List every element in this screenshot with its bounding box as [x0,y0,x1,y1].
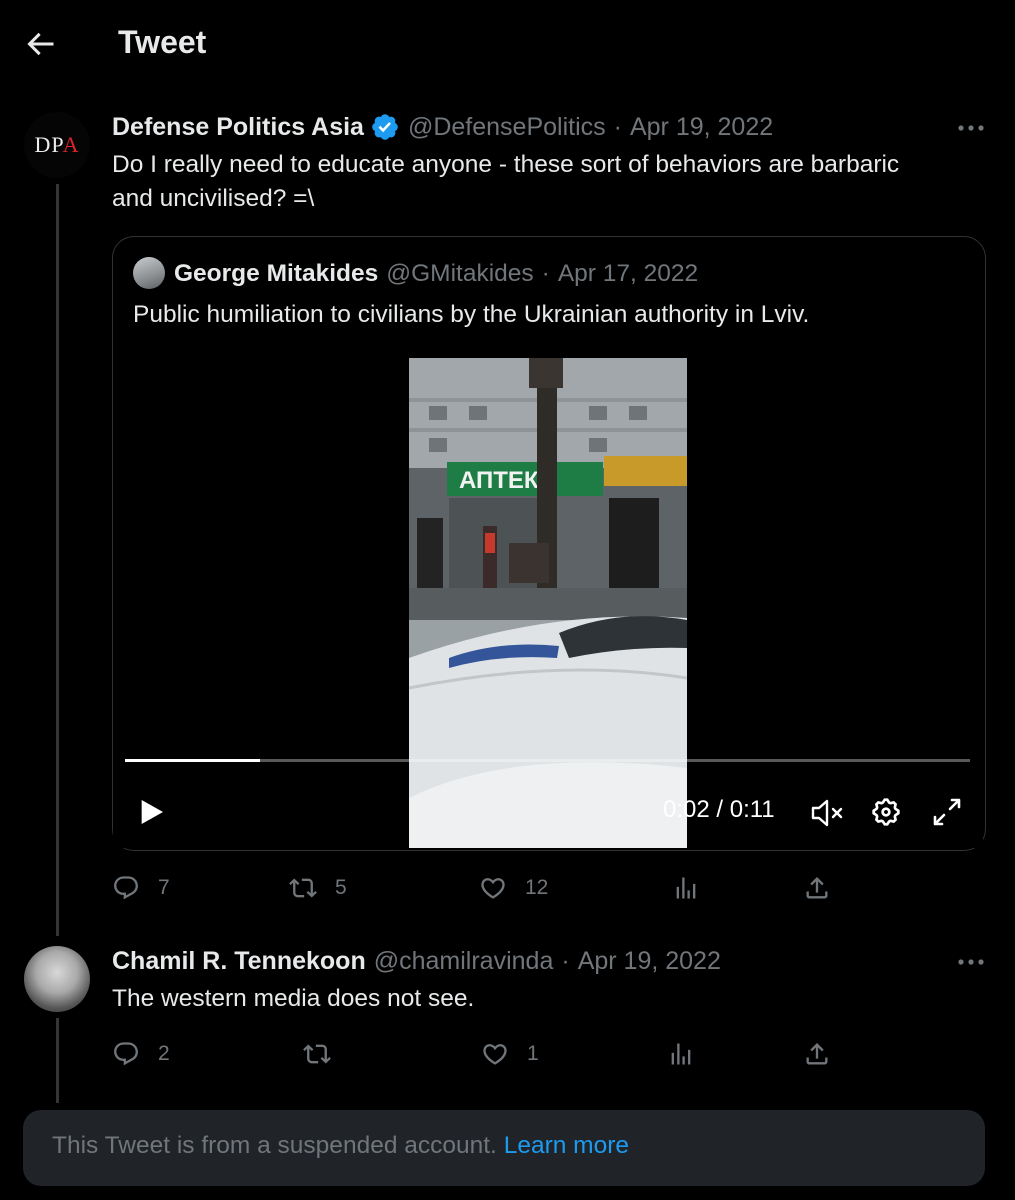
share-button[interactable] [803,1040,849,1068]
quote-tweet-text: Public humiliation to civilians by the U… [133,301,810,328]
verified-badge-icon [372,114,398,140]
heart-icon [481,878,505,899]
video-progress-fill [125,759,261,762]
quote-author-handle[interactable]: @GMitakides [386,260,533,288]
video-time: 0:02 / 0:11 [663,796,775,823]
video-progress-bar[interactable] [125,759,970,762]
views-chart-icon [671,1043,691,1065]
main-tweet-text-line1: Do I really need to educate anyone - the… [112,151,900,178]
muted-speaker-icon[interactable] [810,798,844,828]
views-button[interactable] [667,1040,713,1068]
tweet-date[interactable]: Apr 19, 2022 [630,113,773,142]
like-count: 1 [527,1042,539,1065]
quote-tweet-header: George Mitakides @GMitakides · Apr 17, 2… [174,258,698,290]
main-tweet-text: Do I really need to educate anyone - the… [112,148,972,216]
thread-line-reply [56,1018,59,1103]
share-button[interactable] [803,874,849,902]
retweet-count: 5 [335,876,347,899]
page-title: Tweet [118,24,207,60]
more-options-icon[interactable] [957,123,985,133]
settings-gear-icon[interactable] [870,796,902,828]
reply-button[interactable]: 7 [112,874,170,902]
heart-icon [483,1044,507,1065]
author-handle[interactable]: @DefensePolitics [408,113,606,142]
reply-author-handle[interactable]: @chamilravinda [374,947,554,976]
suspended-notice-text: This Tweet is from a suspended account. [52,1132,497,1159]
avatar-defense-politics[interactable]: DPA [24,112,90,178]
reply-author-name[interactable]: Chamil R. Tennekoon [112,947,366,976]
play-icon[interactable] [135,796,167,828]
like-button[interactable]: 1 [481,1040,539,1068]
video-player[interactable]: АПТЕК 0:02 / 0:11 [113,358,983,848]
share-icon [806,1043,828,1065]
suspended-notice: This Tweet is from a suspended account. … [52,1132,629,1160]
learn-more-link[interactable]: Learn more [504,1132,629,1159]
retweet-icon [303,1044,331,1064]
reply-icon [114,1042,138,1066]
thread-line-main [56,184,59,936]
reply-icon [114,876,138,900]
avatar-chamil-tennekoon[interactable] [24,946,90,1012]
like-button[interactable]: 12 [479,874,548,902]
views-chart-icon [676,877,696,899]
more-options-icon[interactable] [957,957,985,967]
dpa-logo: DPA [34,132,80,157]
retweet-button[interactable]: 5 [289,874,347,902]
avatar-george-mitakides[interactable] [133,257,165,289]
like-count: 12 [525,876,549,899]
quote-author-name[interactable]: George Mitakides [174,260,378,288]
quote-date[interactable]: Apr 17, 2022 [558,260,698,288]
fullscreen-icon[interactable] [931,796,963,828]
reply-date[interactable]: Apr 19, 2022 [578,947,721,976]
reply-button[interactable]: 2 [112,1040,170,1068]
reply-tweet-text: The western media does not see. [112,985,475,1012]
retweet-icon [289,878,317,898]
separator-dot: · [613,112,622,141]
separator-dot: · [541,260,550,287]
main-tweet-header: Defense Politics Asia @DefensePolitics ·… [112,111,773,143]
separator-dot: · [561,946,570,975]
reply-count: 2 [158,1042,170,1065]
reply-count: 7 [158,876,170,899]
author-name[interactable]: Defense Politics Asia [112,113,364,142]
reply-tweet-header: Chamil R. Tennekoon @chamilravinda · Apr… [112,945,721,977]
back-arrow-icon[interactable] [22,26,58,62]
views-button[interactable] [672,874,718,902]
retweet-button[interactable] [303,1040,349,1068]
pharmacy-sign-text: АПТЕК [459,467,539,494]
video-thumbnail: АПТЕК [409,358,687,848]
main-tweet-text-line2: and uncivilised? =\ [112,185,315,212]
video-frame: АПТЕК [409,358,687,848]
share-icon [806,877,828,899]
